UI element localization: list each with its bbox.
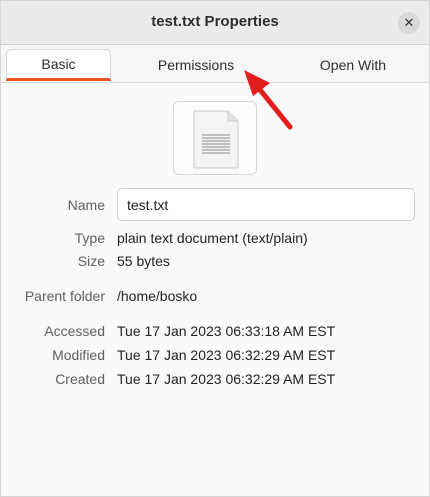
properties-window: test.txt Properties ✕ Basic Permissions … xyxy=(0,0,430,497)
tab-bar: Basic Permissions Open With xyxy=(1,45,429,83)
tab-open-with[interactable]: Open With xyxy=(293,49,413,81)
size-value: 55 bytes xyxy=(117,253,170,269)
window-title: test.txt Properties xyxy=(151,13,279,30)
accessed-value: Tue 17 Jan 2023 06:33:18 AM EST xyxy=(117,323,336,339)
created-value: Tue 17 Jan 2023 06:32:29 AM EST xyxy=(117,371,336,387)
created-label: Created xyxy=(55,371,105,387)
type-value: plain text document (text/plain) xyxy=(117,230,308,246)
tab-permissions[interactable]: Permissions xyxy=(131,49,261,81)
name-label: Name xyxy=(67,197,105,213)
size-label: Size xyxy=(77,253,105,269)
parent-folder-value: /home/bosko xyxy=(117,288,198,304)
parent-folder-label: Parent folder xyxy=(24,288,105,304)
text-file-icon xyxy=(193,110,239,169)
name-input[interactable]: test.txt xyxy=(117,188,415,221)
type-label: Type xyxy=(74,230,105,246)
modified-label: Modified xyxy=(52,347,105,363)
title-bar: test.txt Properties ✕ xyxy=(1,1,429,45)
modified-value: Tue 17 Jan 2023 06:32:29 AM EST xyxy=(117,347,336,363)
tab-basic[interactable]: Basic xyxy=(6,49,111,81)
close-button[interactable]: ✕ xyxy=(398,12,420,34)
close-icon: ✕ xyxy=(403,15,415,30)
file-icon-button[interactable] xyxy=(173,101,257,175)
accessed-label: Accessed xyxy=(44,323,105,339)
